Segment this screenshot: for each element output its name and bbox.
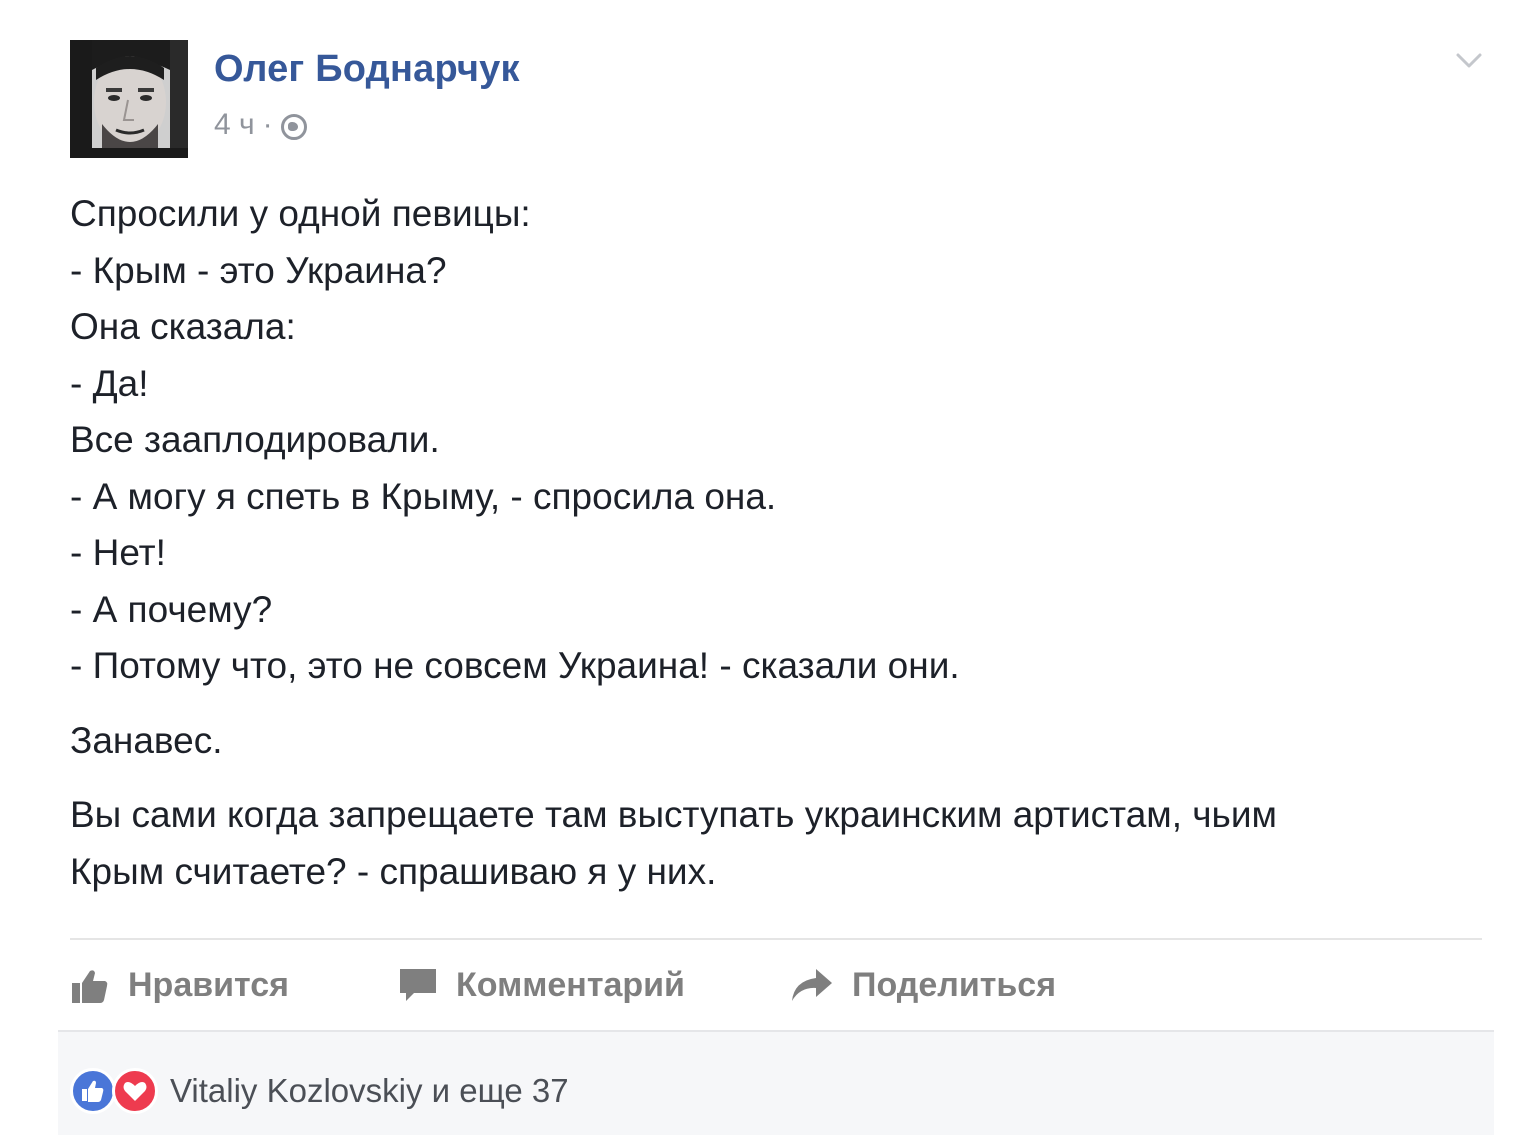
post-line: - Да! [70,362,149,404]
actions-divider [70,938,1482,940]
share-button[interactable]: Поделиться [790,955,1056,1015]
post-line: Она сказала: [70,306,296,347]
comment-label: Комментарий [456,965,685,1004]
author-name[interactable]: Олег Боднарчук [214,48,520,91]
post-line: - Нет! [70,532,166,573]
post-paragraph-line: Вы сами когда запрещаете там выступать у… [70,794,1277,835]
comment-bubble-icon [400,969,436,1001]
like-reaction-icon[interactable] [70,1068,116,1114]
share-arrow-icon [792,969,832,1001]
like-button[interactable]: Нравится [70,955,289,1015]
post-header: Олег Боднарчук 4 ч · [70,40,1490,160]
reactions-text[interactable]: Vitaliy Kozlovskiy и еще 37 [170,1072,569,1110]
post-line: - А могу я спеть в Крыму, - спросила она… [70,475,777,517]
post-paragraph: Занавес. [70,719,223,761]
heart-icon [123,1082,147,1101]
thumbs-up-icon [82,1080,104,1102]
comment-button[interactable]: Комментарий [398,955,685,1015]
post-line: - Крым - это Украина? [70,249,447,291]
globe-icon[interactable] [280,114,307,140]
author-avatar[interactable] [70,40,188,158]
meta-separator: · [262,108,273,141]
post-line: - А почему? [70,588,273,630]
reactions-footer: Vitaliy Kozlovskiy и еще 37 [58,1030,1494,1135]
reactions-summary[interactable]: Vitaliy Kozlovskiy и еще 37 [70,1068,569,1114]
share-label: Поделиться [852,965,1057,1004]
post-paragraph-line: Крым считаете? - спрашиваю я у них. [70,850,717,892]
post-meta: 4 ч · [214,108,307,142]
post-actions: Нравится Комментарий Поделиться [70,955,1490,1015]
post-line: Спросили у одной певицы: [70,193,531,234]
thumbs-up-icon [72,970,108,1003]
love-reaction-icon[interactable] [112,1068,158,1114]
post-line: - Потому что, это не совсем Украина! - с… [70,645,960,686]
like-label: Нравится [128,965,289,1004]
post-time[interactable]: 4 ч [214,108,255,142]
post-line: Все зааплодировали. [70,419,440,460]
facebook-post: Олег Боднарчук 4 ч · Спросили у одной пе… [0,0,1540,1135]
chevron-down-icon[interactable] [1455,46,1483,74]
post-text: Спросили у одной певицы: - Крым - это Ук… [70,186,1490,900]
avatar-photo [70,40,188,158]
